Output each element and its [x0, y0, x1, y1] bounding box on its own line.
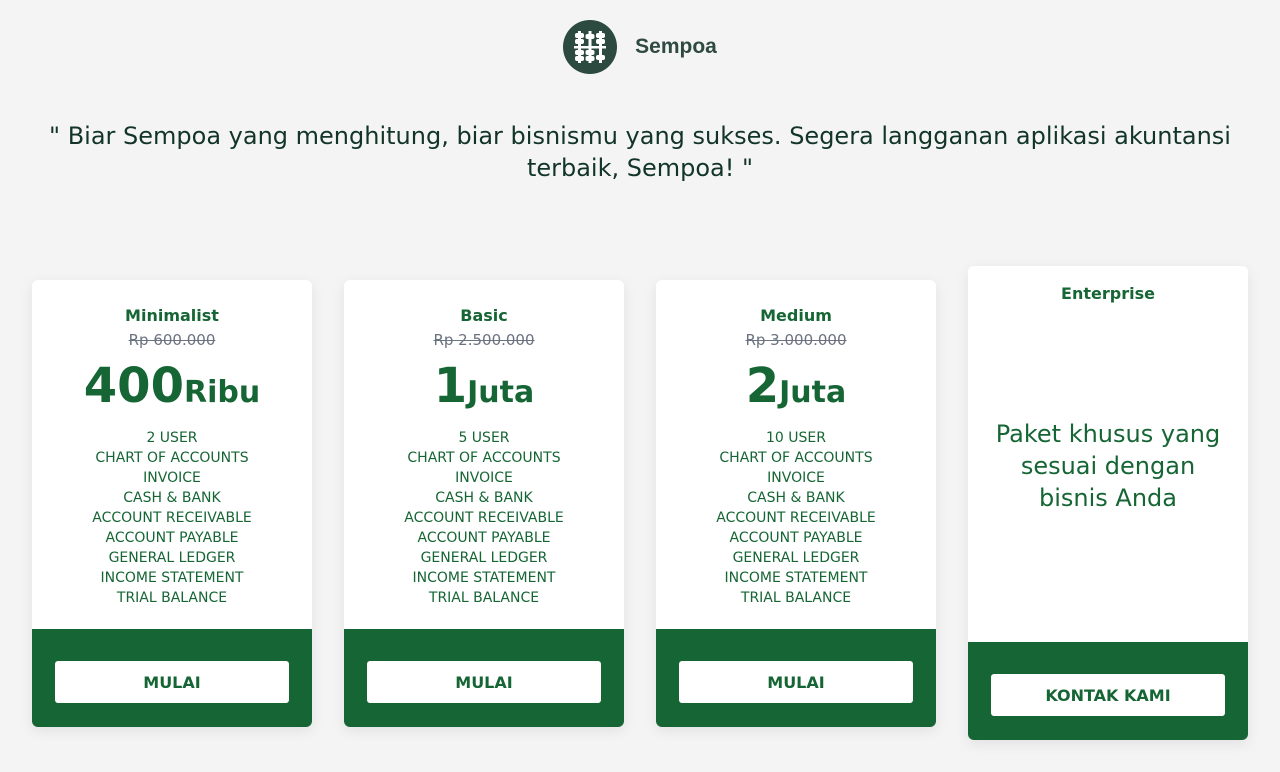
card-footer: KONTAK KAMI — [968, 642, 1248, 740]
feature-item: 5 USER — [458, 430, 510, 446]
feature-item: INVOICE — [455, 470, 513, 486]
feature-list: 5 USER CHART OF ACCOUNTS INVOICE CASH & … — [344, 428, 624, 608]
feature-item: TRIAL BALANCE — [116, 590, 228, 606]
card-footer: MULAI — [32, 629, 312, 727]
price: 2Juta — [656, 358, 936, 414]
plan-name: Minimalist — [125, 306, 219, 325]
plan-card-minimalist: Minimalist Rp 600.000 400Ribu 2 USER CHA… — [32, 280, 312, 727]
plan-card-basic: Basic Rp 2.500.000 1Juta 5 USER CHART OF… — [344, 280, 624, 727]
feature-item: INVOICE — [143, 470, 201, 486]
plan-card-medium: Medium Rp 3.000.000 2Juta 10 USER CHART … — [656, 280, 936, 727]
old-price: Rp 3.000.000 — [745, 331, 847, 349]
feature-item: ACCOUNT RECEIVABLE — [716, 510, 876, 526]
feature-item: INCOME STATEMENT — [100, 570, 244, 586]
feature-item: ACCOUNT PAYABLE — [105, 530, 239, 546]
feature-item: CHART OF ACCOUNTS — [719, 450, 873, 466]
feature-item: ACCOUNT RECEIVABLE — [404, 510, 564, 526]
old-price: Rp 2.500.000 — [433, 331, 535, 349]
feature-item: GENERAL LEDGER — [420, 550, 548, 566]
feature-list: 10 USER CHART OF ACCOUNTS INVOICE CASH &… — [656, 428, 936, 608]
tagline: " Biar Sempoa yang menghitung, biar bisn… — [49, 122, 1231, 182]
price-unit: Juta — [779, 375, 847, 410]
brand-name[interactable]: Sempoa — [635, 35, 717, 59]
price-unit: Juta — [467, 375, 535, 410]
price-number: 1 — [433, 358, 468, 414]
feature-item: GENERAL LEDGER — [732, 550, 860, 566]
feature-item: CHART OF ACCOUNTS — [407, 450, 561, 466]
contact-us-button[interactable]: KONTAK KAMI — [991, 674, 1225, 716]
feature-item: ACCOUNT PAYABLE — [417, 530, 551, 546]
start-button[interactable]: MULAI — [367, 661, 601, 703]
feature-item: ACCOUNT RECEIVABLE — [92, 510, 252, 526]
feature-item: CASH & BANK — [747, 490, 845, 506]
feature-item: INCOME STATEMENT — [412, 570, 556, 586]
header: Sempoa — [0, 20, 1280, 74]
feature-list: 2 USER CHART OF ACCOUNTS INVOICE CASH & … — [32, 428, 312, 608]
price-number: 2 — [745, 358, 780, 414]
plan-name: Medium — [760, 306, 832, 325]
feature-item: TRIAL BALANCE — [740, 590, 852, 606]
old-price: Rp 600.000 — [128, 331, 216, 349]
feature-item: CASH & BANK — [123, 490, 221, 506]
feature-item: 10 USER — [766, 430, 826, 446]
start-button[interactable]: MULAI — [55, 661, 289, 703]
feature-item: INVOICE — [767, 470, 825, 486]
price-number: 400 — [83, 358, 184, 414]
feature-item: TRIAL BALANCE — [428, 590, 540, 606]
abacus-icon[interactable] — [563, 20, 618, 74]
feature-item: CASH & BANK — [435, 490, 533, 506]
plan-card-enterprise: Enterprise Paket khusus yang sesuai deng… — [968, 266, 1248, 740]
feature-item: 2 USER — [146, 430, 198, 446]
card-footer: MULAI — [344, 629, 624, 727]
feature-item: ACCOUNT PAYABLE — [729, 530, 863, 546]
enterprise-description: Paket khusus yang sesuai dengan bisnis A… — [995, 420, 1221, 512]
feature-item: GENERAL LEDGER — [108, 550, 236, 566]
price-unit: Ribu — [183, 375, 261, 410]
start-button[interactable]: MULAI — [679, 661, 913, 703]
plan-name: Basic — [460, 306, 508, 325]
plan-name: Enterprise — [1061, 284, 1155, 303]
price: 400Ribu — [32, 358, 312, 414]
card-footer: MULAI — [656, 629, 936, 727]
feature-item: CHART OF ACCOUNTS — [95, 450, 249, 466]
price: 1Juta — [344, 358, 624, 414]
feature-item: INCOME STATEMENT — [724, 570, 868, 586]
